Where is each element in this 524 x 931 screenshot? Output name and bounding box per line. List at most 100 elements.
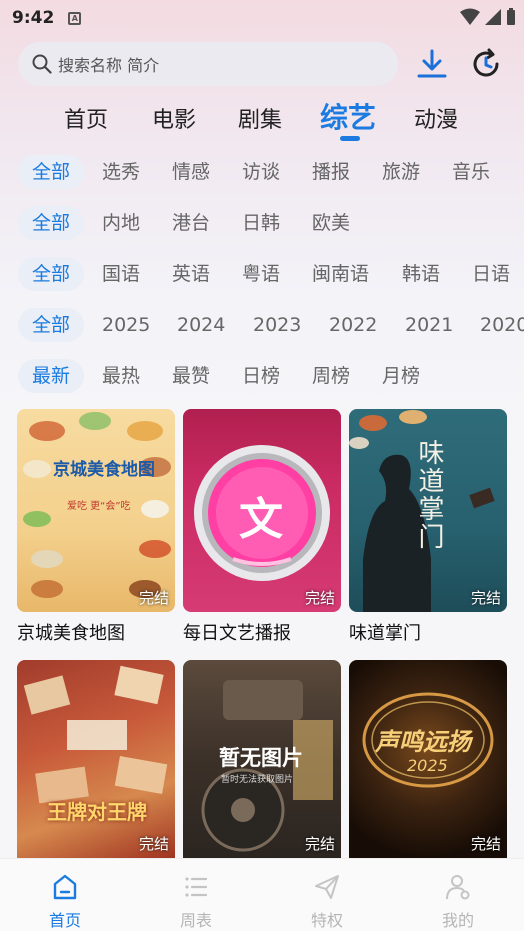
chip-type[interactable]: 音乐 (452, 155, 490, 189)
filter-row-type: 全部 选秀 情感 访谈 播报 旅游 音乐 (0, 155, 524, 191)
content-card[interactable]: 文 完结 每日文艺播报 (183, 409, 341, 645)
status-badge: 完结 (138, 835, 169, 853)
content-card[interactable]: 味道掌门 完结 味道掌门 (349, 409, 507, 645)
chip-sort-latest[interactable]: 最新 (18, 359, 85, 393)
signal-icon (485, 9, 501, 25)
chip-year[interactable]: 2021 (405, 308, 453, 342)
chip-region[interactable]: 内地 (102, 206, 140, 240)
tab-home[interactable]: 首页 (64, 102, 108, 134)
battery-icon (507, 8, 515, 25)
send-icon (315, 875, 339, 899)
poster-image: 声鸣远扬 2025 完结 (349, 660, 507, 858)
chip-language[interactable]: 闽南语 (312, 257, 369, 291)
nav-home-label: 首页 (48, 911, 81, 930)
status-badge: 完结 (470, 835, 501, 853)
poster-title-text: 王牌对王牌 (47, 800, 147, 824)
search-icon (32, 54, 52, 74)
chip-year[interactable]: 2022 (329, 308, 377, 342)
status-icons (460, 8, 516, 26)
chip-language[interactable]: 粤语 (242, 257, 280, 291)
nav-profile[interactable]: 我的 (418, 873, 498, 931)
chip-year[interactable]: 2023 (253, 308, 301, 342)
history-icon[interactable] (470, 48, 502, 80)
poster-title-text: 味道掌门 (414, 439, 444, 551)
status-badge: 完结 (304, 589, 335, 607)
notification-icon: A (68, 11, 82, 25)
chip-year-all[interactable]: 全部 (18, 308, 85, 342)
nav-schedule[interactable]: 周表 (156, 873, 236, 931)
nav-privilege-label: 特权 (310, 911, 343, 930)
nav-profile-label: 我的 (441, 911, 474, 930)
bottom-nav: 首页 周表 特权 我的 (0, 858, 524, 931)
filter-row-region: 全部 内地 港台 日韩 欧美 (0, 206, 524, 242)
tab-series[interactable]: 剧集 (238, 102, 282, 134)
card-title: 京城美食地图 (17, 623, 125, 644)
chip-type[interactable]: 播报 (312, 155, 350, 189)
poster-title-text: 京城美食地图 (53, 460, 155, 480)
chip-type[interactable]: 旅游 (382, 155, 420, 189)
chip-language-all[interactable]: 全部 (18, 257, 85, 291)
filter-row-year: 全部 2025 2024 2023 2022 2021 2020 (0, 308, 524, 344)
poster-image: 王牌对王牌 完结 (17, 660, 175, 858)
poster-logo-text: 文 (239, 494, 283, 545)
poster-art (23, 665, 168, 804)
chip-sort[interactable]: 最热 (102, 359, 140, 393)
chip-sort[interactable]: 日榜 (242, 359, 280, 393)
category-tabs: 首页 电影 剧集 综艺 动漫 (0, 96, 524, 144)
chip-type[interactable]: 访谈 (242, 155, 280, 189)
chip-year[interactable]: 2020 (480, 308, 524, 342)
content-card[interactable]: 声鸣远扬 2025 完结 (349, 660, 507, 858)
filter-row-language: 全部 国语 英语 粤语 闽南语 韩语 日语 (0, 257, 524, 293)
status-time: 9:42 (12, 8, 55, 28)
chip-language[interactable]: 韩语 (402, 257, 440, 291)
chip-type-all[interactable]: 全部 (18, 155, 85, 189)
status-bar: 9:42 A (0, 0, 524, 36)
content-card[interactable]: 王牌对王牌 完结 (17, 660, 175, 858)
poster-image: 文 完结 (183, 409, 341, 612)
active-tab-indicator (340, 136, 360, 141)
chip-sort[interactable]: 周榜 (312, 359, 350, 393)
list-icon (185, 877, 208, 897)
chip-region[interactable]: 欧美 (312, 206, 350, 240)
chip-language[interactable]: 国语 (102, 257, 140, 291)
card-title: 味道掌门 (349, 623, 421, 644)
download-icon[interactable] (416, 48, 448, 80)
poster-subtitle-text: 爱吃 更“会”吃 (67, 501, 131, 512)
search-input[interactable]: 搜索名称 简介 (18, 42, 398, 86)
chip-type[interactable]: 情感 (172, 155, 210, 189)
nav-schedule-label: 周表 (179, 911, 212, 930)
poster-image: 京城美食地图 爱吃 更“会”吃 完结 (17, 409, 175, 612)
chip-year[interactable]: 2024 (177, 308, 225, 342)
wifi-icon (460, 8, 480, 25)
chip-language[interactable]: 日语 (472, 257, 518, 291)
content-card[interactable]: 京城美食地图 爱吃 更“会”吃 完结 京城美食地图 (17, 409, 175, 645)
poster-image: 暂无图片 暂时无法获取图片 完结 (183, 660, 341, 858)
chip-sort[interactable]: 最赞 (172, 359, 210, 393)
search-placeholder: 搜索名称 简介 (58, 56, 160, 75)
chip-language[interactable]: 英语 (172, 257, 210, 291)
status-badge: 完结 (304, 835, 335, 853)
poster-subtitle-text: 暂时无法获取图片 (221, 775, 294, 785)
chip-type[interactable]: 选秀 (102, 155, 140, 189)
home-icon (53, 874, 77, 900)
search-row: 搜索名称 简介 (18, 42, 508, 86)
chip-sort[interactable]: 月榜 (382, 359, 420, 393)
poster-year-text: 2025 (407, 756, 448, 775)
chip-region[interactable]: 日韩 (242, 206, 280, 240)
nav-home[interactable]: 首页 (25, 873, 105, 931)
tab-movie[interactable]: 电影 (152, 102, 196, 134)
poster-title-text: 声鸣远扬 (375, 728, 471, 756)
tab-anime[interactable]: 动漫 (414, 102, 458, 134)
user-icon (446, 875, 470, 900)
poster-image: 味道掌门 完结 (349, 409, 507, 612)
status-badge: 完结 (138, 589, 169, 607)
content-card[interactable]: 暂无图片 暂时无法获取图片 完结 (183, 660, 341, 858)
status-badge: 完结 (470, 589, 501, 607)
filter-row-sort: 最新 最热 最赞 日榜 周榜 月榜 (0, 359, 524, 395)
chip-year[interactable]: 2025 (102, 308, 150, 342)
card-title: 每日文艺播报 (183, 623, 291, 644)
chip-region[interactable]: 港台 (172, 206, 210, 240)
chip-region-all[interactable]: 全部 (18, 206, 85, 240)
tab-variety[interactable]: 综艺 (320, 96, 376, 136)
nav-privilege[interactable]: 特权 (287, 873, 367, 931)
